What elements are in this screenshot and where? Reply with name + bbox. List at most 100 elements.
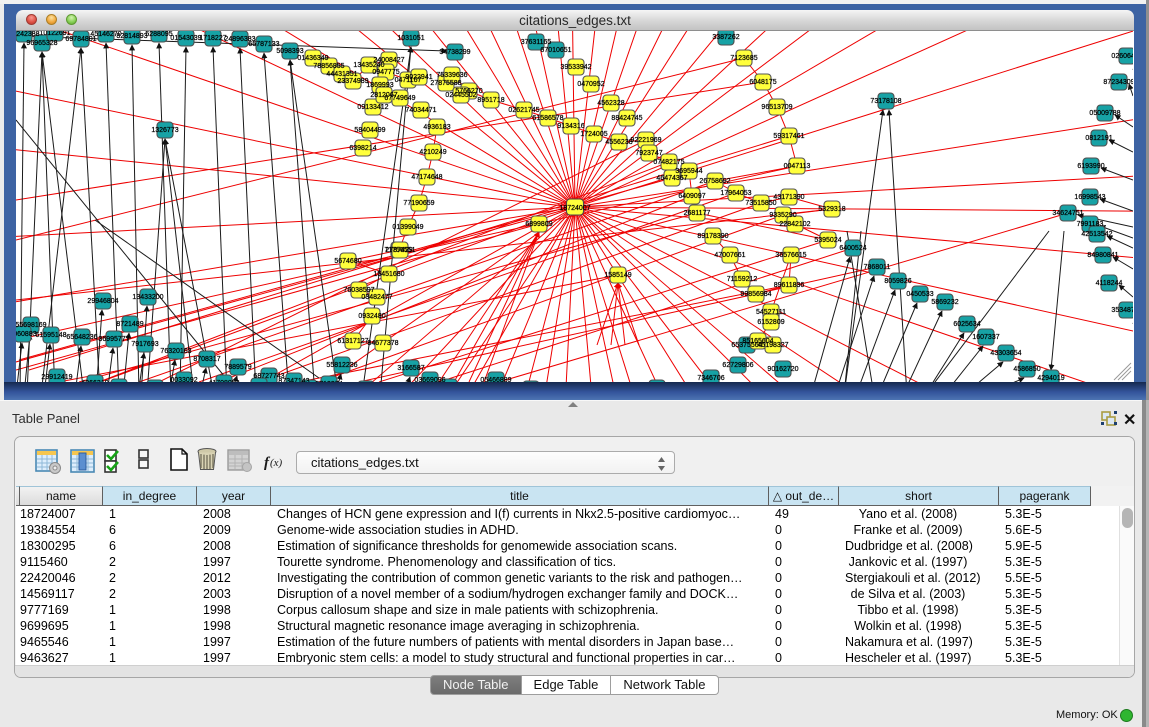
svg-text:03482477: 03482477 — [361, 294, 392, 301]
svg-text:3166587: 3166587 — [397, 365, 424, 372]
svg-text:4118244: 4118244 — [1096, 280, 1123, 287]
svg-text:4562328: 4562328 — [597, 100, 624, 107]
svg-text:87347143: 87347143 — [278, 378, 309, 382]
svg-text:29946804: 29946804 — [87, 298, 118, 305]
svg-text:03669096: 03669096 — [414, 377, 445, 382]
svg-text:1031051: 1031051 — [397, 35, 424, 42]
svg-text:27875588: 27875588 — [430, 80, 461, 87]
svg-text:67242388: 67242388 — [16, 31, 40, 38]
svg-text:0947775: 0947775 — [372, 69, 399, 76]
svg-text:88424745: 88424745 — [611, 115, 642, 122]
svg-text:71159212: 71159212 — [727, 276, 758, 283]
svg-text:77190659: 77190659 — [403, 200, 434, 207]
svg-text:2681177: 2681177 — [684, 210, 711, 217]
svg-text:45198327: 45198327 — [757, 342, 788, 349]
svg-text:75339636: 75339636 — [436, 72, 467, 79]
svg-text:5329318: 5329318 — [818, 206, 845, 213]
svg-text:9134316: 9134316 — [557, 123, 584, 130]
svg-text:15451680: 15451680 — [373, 271, 404, 278]
svg-text:22842102: 22842102 — [779, 221, 810, 228]
svg-text:58404499: 58404499 — [354, 127, 385, 134]
svg-text:61595148: 61595148 — [35, 332, 66, 339]
svg-text:6025634: 6025634 — [953, 321, 980, 328]
svg-text:23374989: 23374989 — [337, 78, 368, 85]
svg-text:44431351: 44431351 — [326, 71, 357, 78]
svg-text:4556238: 4556238 — [605, 139, 632, 146]
svg-text:6899809: 6899809 — [525, 221, 552, 228]
svg-text:0047113: 0047113 — [784, 163, 811, 170]
svg-text:92221969: 92221969 — [630, 137, 661, 144]
svg-text:3695944: 3695944 — [675, 168, 702, 175]
svg-text:67010651: 67010651 — [540, 47, 571, 54]
svg-text:62729806: 62729806 — [722, 362, 753, 369]
svg-text:46474367: 46474367 — [656, 175, 687, 182]
svg-text:59317461: 59317461 — [773, 133, 804, 140]
svg-text:6048175: 6048175 — [749, 79, 776, 86]
svg-text:2719374: 2719374 — [315, 381, 342, 382]
svg-text:5288095: 5288095 — [145, 31, 172, 38]
svg-text:7917693: 7917693 — [131, 341, 158, 348]
svg-text:18724007: 18724007 — [559, 205, 590, 212]
svg-text:6152809: 6152809 — [757, 319, 784, 326]
svg-text:0470952: 0470952 — [577, 81, 604, 88]
svg-text:5869232: 5869232 — [931, 299, 958, 306]
svg-text:41708053: 41708053 — [208, 380, 239, 382]
svg-text:0932480: 0932480 — [358, 313, 385, 320]
svg-text:4966319: 4966319 — [81, 380, 108, 382]
svg-text:05466889: 05466889 — [480, 377, 511, 382]
svg-text:6398214: 6398214 — [349, 145, 376, 152]
svg-text:0812191: 0812191 — [1085, 135, 1112, 142]
svg-text:96965328: 96965328 — [26, 40, 57, 47]
svg-text:6193990: 6193990 — [1077, 163, 1104, 170]
svg-text:6400524: 6400524 — [839, 245, 866, 252]
svg-text:7346706: 7346706 — [697, 375, 724, 382]
svg-text:74034471: 74034471 — [405, 107, 436, 114]
svg-text:0450533: 0450533 — [906, 291, 933, 298]
svg-text:29912419: 29912419 — [41, 374, 72, 381]
svg-text:02445502: 02445502 — [445, 92, 476, 99]
svg-text:7123685: 7123685 — [730, 55, 757, 62]
svg-text:1724005: 1724005 — [580, 131, 607, 138]
svg-text:37631165: 37631165 — [521, 39, 552, 46]
svg-text:47174648: 47174648 — [411, 174, 442, 181]
svg-text:16998543: 16998543 — [1074, 194, 1105, 201]
svg-text:1607337: 1607337 — [972, 334, 999, 341]
svg-text:54527111: 54527111 — [756, 309, 786, 316]
svg-text:43171390: 43171390 — [773, 194, 804, 201]
svg-text:09133412: 09133412 — [357, 104, 388, 111]
svg-text:1585149: 1585149 — [604, 272, 631, 279]
svg-text:43303654: 43303654 — [990, 350, 1021, 357]
svg-text:6409097: 6409097 — [678, 193, 705, 200]
svg-text:8721489: 8721489 — [116, 321, 143, 328]
svg-text:1326773: 1326773 — [151, 127, 178, 134]
svg-text:2812067: 2812067 — [370, 92, 397, 99]
svg-text:65648236: 65648236 — [66, 334, 97, 341]
svg-text:5098393: 5098393 — [276, 48, 303, 55]
svg-text:5395024: 5395024 — [814, 237, 841, 244]
svg-text:07482175: 07482175 — [653, 159, 684, 166]
svg-text:01543039: 01543039 — [170, 35, 201, 42]
svg-text:84677378: 84677378 — [367, 340, 398, 347]
svg-text:02606474: 02606474 — [1111, 53, 1133, 60]
svg-text:4936183: 4936183 — [423, 124, 450, 131]
svg-text:65787133: 65787133 — [248, 41, 279, 48]
svg-text:76038597: 76038597 — [343, 287, 374, 294]
svg-text:55812236: 55812236 — [326, 362, 357, 369]
svg-text:3387262: 3387262 — [712, 34, 739, 41]
svg-text:17964053: 17964053 — [720, 190, 751, 197]
svg-text:02621745: 02621745 — [508, 107, 539, 114]
svg-text:8059826: 8059826 — [884, 278, 911, 285]
svg-text:7991183: 7991183 — [1077, 221, 1104, 228]
svg-text:99856984: 99856984 — [740, 291, 771, 298]
svg-text:36995777: 36995777 — [98, 336, 129, 343]
svg-text:89178390: 89178390 — [697, 233, 728, 240]
svg-text:73178108: 73178108 — [870, 98, 901, 105]
svg-text:7868011: 7868011 — [864, 264, 891, 271]
svg-text:13433200: 13433200 — [132, 294, 163, 301]
svg-text:84980841: 84980841 — [1087, 252, 1118, 259]
svg-text:9335290: 9335290 — [769, 212, 796, 219]
svg-text:01399049: 01399049 — [392, 224, 423, 231]
svg-text:34738299: 34738299 — [439, 49, 470, 56]
svg-text:24008427: 24008427 — [373, 57, 404, 64]
svg-text:7923747: 7923747 — [635, 150, 662, 157]
